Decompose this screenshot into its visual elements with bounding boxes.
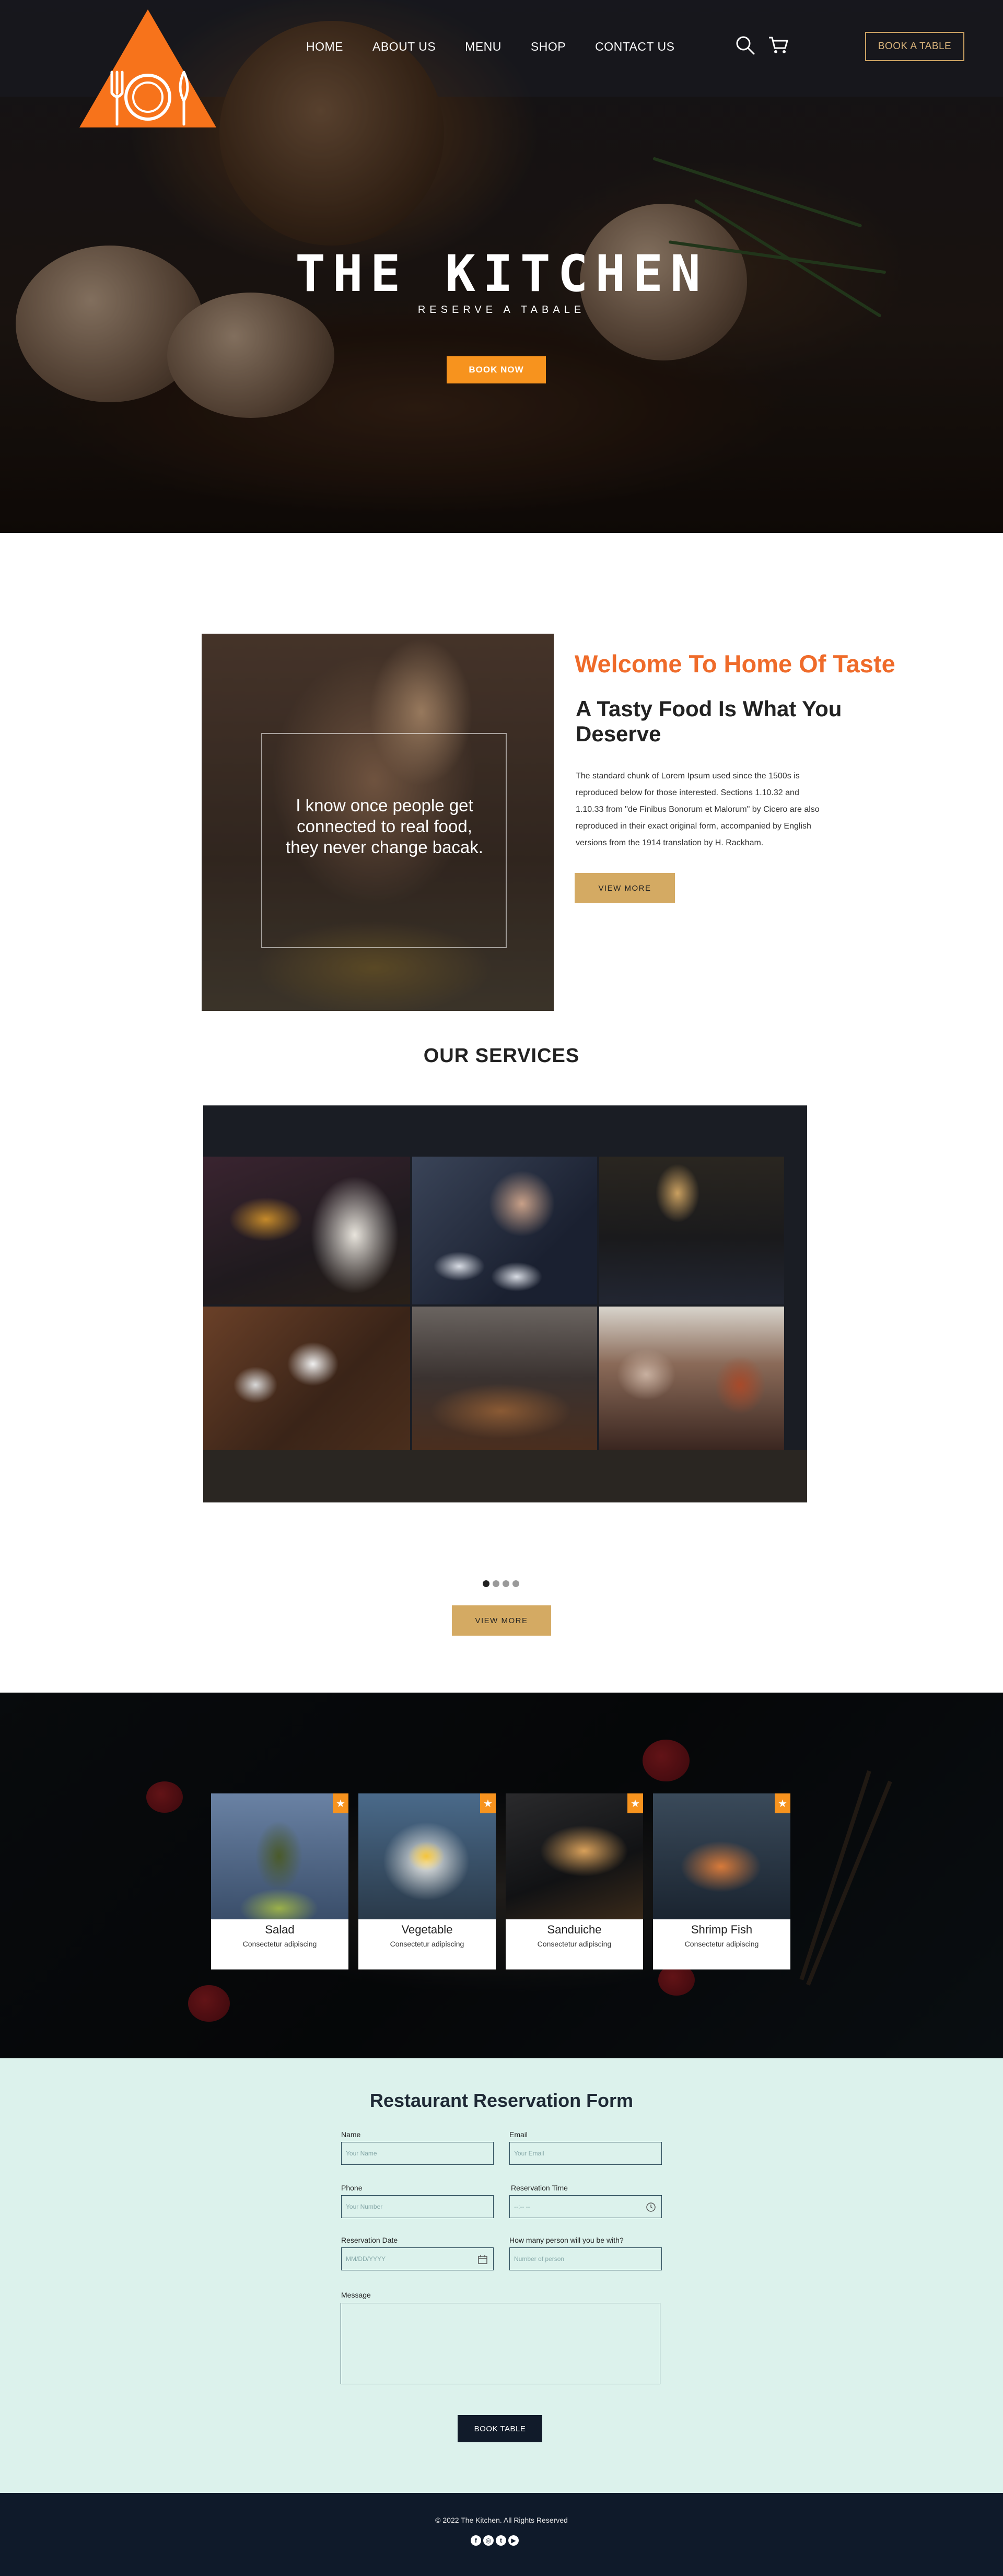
menu-overlay (0, 1693, 1003, 2058)
services-view-more-button[interactable]: VIEW MORE (452, 1605, 551, 1636)
quote-text: I know once people get connected to real… (286, 796, 483, 857)
main-nav: HOME ABOUT US MENU SHOP CONTACT US (306, 40, 704, 54)
star-icon: ★ (627, 1793, 643, 1813)
menu-item-desc: Consectetur adipiscing (242, 1940, 317, 1948)
menu-card-vegetable[interactable]: ★ Vegetable Consectetur adipiscing (358, 1793, 496, 1969)
reservation-title: Restaurant Reservation Form (369, 2090, 634, 2111)
carousel-dot-4[interactable] (512, 1580, 519, 1587)
hero-subtitle: RESERVE A TABALE (417, 304, 586, 316)
copyright-text: © 2022 The Kitchen. All Rights Reserved (435, 2516, 568, 2524)
book-now-button[interactable]: BOOK NOW (447, 356, 546, 383)
menu-item-name: Shrimp Fish (691, 1923, 753, 1936)
instagram-icon[interactable]: ◎ (483, 2535, 494, 2546)
phone-label: Phone (341, 2184, 363, 2192)
star-icon: ★ (480, 1793, 496, 1813)
nav-contact-us[interactable]: CONTACT US (595, 40, 674, 54)
service-image-wine-glasses[interactable] (412, 1307, 597, 1450)
menu-item-name: Vegetable (401, 1923, 453, 1936)
menu-card-salad[interactable]: ★ Salad Consectetur adipiscing (211, 1793, 348, 1969)
carousel-dot-3[interactable] (503, 1580, 509, 1587)
book-table-submit-button[interactable]: BOOK TABLE (458, 2415, 542, 2442)
time-placeholder: --:-- -- (514, 2203, 530, 2210)
welcome-heading: Welcome To Home Of Taste (575, 650, 895, 678)
menu-card-shrimp-fish[interactable]: ★ Shrimp Fish Consectetur adipiscing (653, 1793, 790, 1969)
salad-image (211, 1793, 348, 1919)
about-body-text: The standard chunk of Lorem Ipsum used s… (576, 772, 820, 847)
about-subheading: A Tasty Food Is What You Deserve (576, 696, 842, 746)
reservation-date-field[interactable]: MM/DD/YYYY (341, 2247, 494, 2270)
email-field[interactable]: Your Email (509, 2142, 662, 2165)
email-label: Email (509, 2130, 528, 2139)
clock-icon[interactable] (646, 2202, 656, 2212)
menu-item-desc: Consectetur adipiscing (390, 1940, 464, 1948)
phone-field[interactable]: Your Number (341, 2195, 494, 2218)
carousel-dot-1[interactable] (483, 1580, 489, 1587)
service-image-table-overhead[interactable] (203, 1307, 410, 1450)
about-view-more-button[interactable]: VIEW MORE (575, 873, 675, 903)
services-gallery (203, 1105, 807, 1502)
nav-home[interactable]: HOME (306, 40, 343, 54)
persons-field[interactable]: Number of person (509, 2247, 662, 2270)
menu-item-name: Sanduiche (547, 1923, 602, 1936)
date-placeholder: MM/DD/YYYY (346, 2255, 386, 2263)
star-icon: ★ (333, 1793, 348, 1813)
reservation-date-label: Reservation Date (341, 2236, 398, 2244)
restaurant-logo[interactable] (79, 9, 216, 127)
star-icon: ★ (775, 1793, 790, 1813)
nav-about-us[interactable]: ABOUT US (372, 40, 436, 54)
calendar-icon[interactable] (477, 2254, 488, 2265)
footer (0, 2493, 1003, 2576)
book-a-table-button[interactable]: BOOK A TABLE (865, 32, 964, 61)
service-image-plating[interactable] (412, 1157, 597, 1304)
menu-item-name: Salad (265, 1923, 295, 1936)
menu-item-desc: Consectetur adipiscing (537, 1940, 612, 1948)
services-title: OUR SERVICES (423, 1045, 580, 1067)
carousel-dots (483, 1580, 519, 1587)
twitter-icon[interactable]: t (496, 2535, 506, 2546)
carousel-dot-2[interactable] (493, 1580, 499, 1587)
reservation-time-field[interactable]: --:-- -- (509, 2195, 662, 2218)
vegetable-image (358, 1793, 496, 1919)
hero-title: THE KITCHEN (295, 244, 708, 303)
youtube-icon[interactable]: ▶ (508, 2535, 519, 2546)
message-textarea[interactable] (341, 2303, 660, 2384)
menu-section (0, 1693, 1003, 2058)
service-image-dining-room[interactable] (599, 1157, 784, 1304)
name-field[interactable]: Your Name (341, 2142, 494, 2165)
name-label: Name (341, 2130, 361, 2139)
sanduiche-image (506, 1793, 643, 1919)
menu-item-desc: Consectetur adipiscing (684, 1940, 759, 1948)
cart-icon[interactable] (768, 34, 789, 55)
service-image-friends-dining[interactable] (599, 1307, 784, 1450)
message-label: Message (341, 2291, 371, 2299)
gallery-bottom-strip (203, 1450, 807, 1502)
search-icon[interactable] (734, 34, 755, 55)
menu-card-sanduiche[interactable]: ★ Sanduiche Consectetur adipiscing (506, 1793, 643, 1969)
nav-shop[interactable]: SHOP (531, 40, 566, 54)
service-image-chef-cooking[interactable] (203, 1157, 410, 1304)
hero-section: HOME ABOUT US MENU SHOP CONTACT US BOOK … (0, 0, 1003, 533)
reservation-time-label: Reservation Time (511, 2184, 568, 2192)
nav-menu[interactable]: MENU (465, 40, 501, 54)
persons-label: How many person will you be with? (509, 2236, 624, 2244)
shrimp-fish-image (653, 1793, 790, 1919)
facebook-icon[interactable]: f (471, 2535, 481, 2546)
